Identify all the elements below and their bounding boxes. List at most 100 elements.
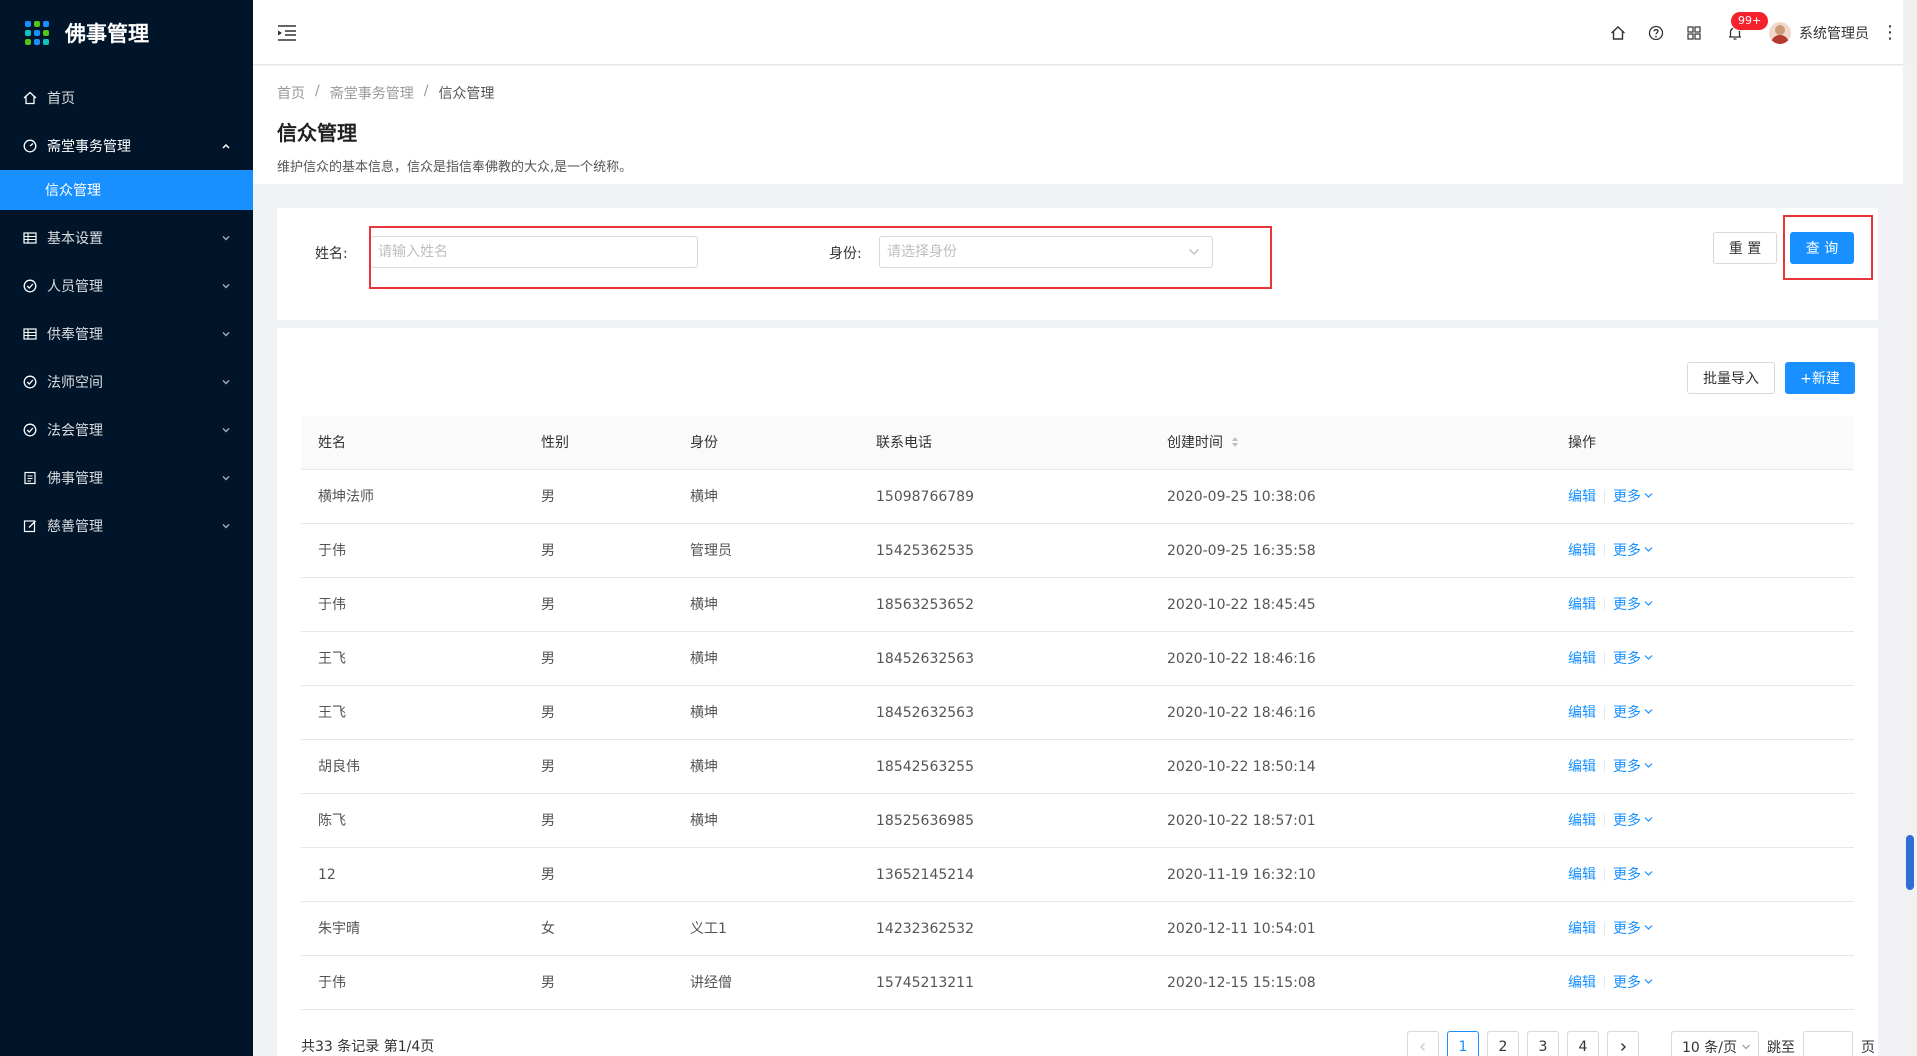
edit-link[interactable]: 编辑 bbox=[1568, 489, 1596, 505]
home-button[interactable] bbox=[1599, 0, 1637, 65]
scrollbar-thumb[interactable] bbox=[1906, 835, 1914, 890]
chevron-left-icon bbox=[1420, 1043, 1425, 1051]
app-title: 佛事管理 bbox=[65, 22, 149, 46]
more-dropdown[interactable]: 更多 bbox=[1613, 813, 1653, 829]
app-logo[interactable]: 佛事管理 bbox=[0, 0, 253, 66]
cell-name: 朱宇晴 bbox=[318, 921, 360, 937]
cell-identity: 横坤 bbox=[690, 813, 718, 829]
form-icon bbox=[22, 518, 38, 534]
breadcrumb-item-home[interactable]: 首页 bbox=[277, 83, 305, 103]
sidebar-item-home[interactable]: 首页 bbox=[0, 74, 253, 122]
jump-page-input[interactable] bbox=[1803, 1031, 1853, 1056]
batch-import-button[interactable]: 批量导入 bbox=[1687, 362, 1775, 394]
sidebar-item-staff[interactable]: 人员管理 bbox=[0, 262, 253, 310]
more-dropdown[interactable]: 更多 bbox=[1613, 543, 1653, 559]
more-dropdown[interactable]: 更多 bbox=[1613, 975, 1653, 991]
more-label: 更多 bbox=[1613, 489, 1641, 505]
sidebar-item-offerings[interactable]: 供奉管理 bbox=[0, 310, 253, 358]
cell-name: 陈飞 bbox=[318, 813, 346, 829]
edit-link[interactable]: 编辑 bbox=[1568, 975, 1596, 991]
edit-link[interactable]: 编辑 bbox=[1568, 543, 1596, 559]
next-page-button[interactable] bbox=[1607, 1031, 1639, 1056]
column-header-created-time[interactable]: 创建时间 bbox=[1167, 416, 1239, 470]
more-dropdown[interactable]: 更多 bbox=[1613, 705, 1653, 721]
sidebar-item-master-space[interactable]: 法师空间 bbox=[0, 358, 253, 406]
appstore-icon bbox=[1687, 25, 1701, 40]
apps-grid-icon bbox=[25, 21, 49, 45]
cell-gender: 男 bbox=[541, 651, 555, 667]
more-dropdown[interactable]: 更多 bbox=[1613, 921, 1653, 937]
breadcrumb-item-zhaitang[interactable]: 斋堂事务管理 bbox=[330, 83, 414, 103]
prev-page-button[interactable] bbox=[1407, 1031, 1439, 1056]
cell-created-time: 2020-09-25 10:38:06 bbox=[1167, 489, 1316, 505]
notification-button[interactable]: 99+ bbox=[1713, 0, 1769, 65]
edit-link[interactable]: 编辑 bbox=[1568, 759, 1596, 775]
cell-name: 胡良伟 bbox=[318, 759, 360, 775]
chevron-down-icon bbox=[1644, 870, 1653, 876]
cell-phone: 18542563255 bbox=[876, 759, 974, 775]
column-header: 性别 bbox=[541, 435, 569, 451]
menu-fold-icon[interactable] bbox=[277, 24, 297, 42]
chevron-down-icon bbox=[222, 380, 230, 385]
sidebar-item-buddhist-affairs[interactable]: 佛事管理 bbox=[0, 454, 253, 502]
chevron-down-icon bbox=[222, 524, 230, 529]
more-dropdown[interactable]: 更多 bbox=[1613, 489, 1653, 505]
breadcrumb: 首页 / 斋堂事务管理 / 信众管理 bbox=[277, 83, 1893, 103]
chevron-down-icon bbox=[222, 284, 230, 289]
cell-phone: 15425362535 bbox=[876, 543, 974, 559]
table-row: 陈飞 男 横坤 18525636985 2020-10-22 18:57:01 编辑 更多 bbox=[301, 794, 1854, 848]
vertical-scrollbar[interactable] bbox=[1903, 65, 1917, 1056]
edit-link[interactable]: 编辑 bbox=[1568, 921, 1596, 937]
cell-identity: 讲经僧 bbox=[690, 975, 732, 991]
profile-icon bbox=[22, 470, 38, 486]
page-button[interactable]: 3 bbox=[1527, 1031, 1559, 1056]
cell-actions: 编辑 更多 bbox=[1568, 686, 1653, 740]
more-label: 更多 bbox=[1613, 597, 1641, 613]
more-dropdown[interactable]: 更多 bbox=[1613, 759, 1653, 775]
cell-name: 于伟 bbox=[318, 597, 346, 613]
help-button[interactable] bbox=[1637, 0, 1675, 65]
sidebar-item-dharma-assembly[interactable]: 法会管理 bbox=[0, 406, 253, 454]
edit-link[interactable]: 编辑 bbox=[1568, 813, 1596, 829]
action-divider bbox=[1604, 705, 1605, 719]
new-button[interactable]: +新建 bbox=[1785, 362, 1855, 394]
edit-link[interactable]: 编辑 bbox=[1568, 705, 1596, 721]
check-circle-icon bbox=[22, 422, 38, 438]
sort-icon[interactable] bbox=[1231, 436, 1239, 448]
more-dropdown[interactable]: 更多 bbox=[1613, 597, 1653, 613]
cell-identity: 横坤 bbox=[690, 759, 718, 775]
edit-link[interactable]: 编辑 bbox=[1568, 867, 1596, 883]
more-dropdown[interactable]: 更多 bbox=[1613, 651, 1653, 667]
page-button[interactable]: 4 bbox=[1567, 1031, 1599, 1056]
table-header: 姓名 性别 身份 联系电话 创建时间 操作 bbox=[301, 416, 1854, 470]
edit-link[interactable]: 编辑 bbox=[1568, 597, 1596, 613]
apps-button[interactable] bbox=[1675, 0, 1713, 65]
reset-button[interactable]: 重 置 bbox=[1713, 232, 1777, 264]
sidebar-item-basic-settings[interactable]: 基本设置 bbox=[0, 214, 253, 262]
chevron-down-icon bbox=[222, 428, 230, 433]
action-divider bbox=[1604, 759, 1605, 773]
edit-link[interactable]: 编辑 bbox=[1568, 651, 1596, 667]
page-button[interactable]: 1 bbox=[1447, 1031, 1479, 1056]
cell-created-time: 2020-09-25 16:35:58 bbox=[1167, 543, 1316, 559]
cell-gender: 男 bbox=[541, 489, 555, 505]
search-fields-highlight bbox=[369, 226, 1272, 289]
more-vertical-icon[interactable]: ⋮ bbox=[1877, 0, 1903, 65]
cell-created-time: 2020-12-15 15:15:08 bbox=[1167, 975, 1316, 991]
cell-created-time: 2020-10-22 18:50:14 bbox=[1167, 759, 1316, 775]
sidebar-item-zhaitang[interactable]: 斋堂事务管理 bbox=[0, 122, 253, 170]
column-header-label: 创建时间 bbox=[1167, 435, 1223, 451]
more-label: 更多 bbox=[1613, 921, 1641, 937]
action-divider bbox=[1604, 651, 1605, 665]
cell-phone: 18452632563 bbox=[876, 651, 974, 667]
sidebar-item-xinzhong[interactable]: 信众管理 bbox=[0, 170, 253, 210]
page-size-select[interactable]: 10 条/页 bbox=[1671, 1031, 1759, 1056]
more-dropdown[interactable]: 更多 bbox=[1613, 867, 1653, 883]
chevron-down-icon bbox=[1644, 924, 1653, 930]
search-form: 姓名: 请输入姓名 身份: 请选择身份 重 置 查 询 bbox=[277, 208, 1878, 320]
check-circle-icon bbox=[22, 374, 38, 390]
user-menu[interactable]: 系统管理员 bbox=[1757, 0, 1877, 65]
page-button[interactable]: 2 bbox=[1487, 1031, 1519, 1056]
sidebar-item-charity[interactable]: 慈善管理 bbox=[0, 502, 253, 550]
jump-label: 跳至 bbox=[1767, 1040, 1795, 1056]
